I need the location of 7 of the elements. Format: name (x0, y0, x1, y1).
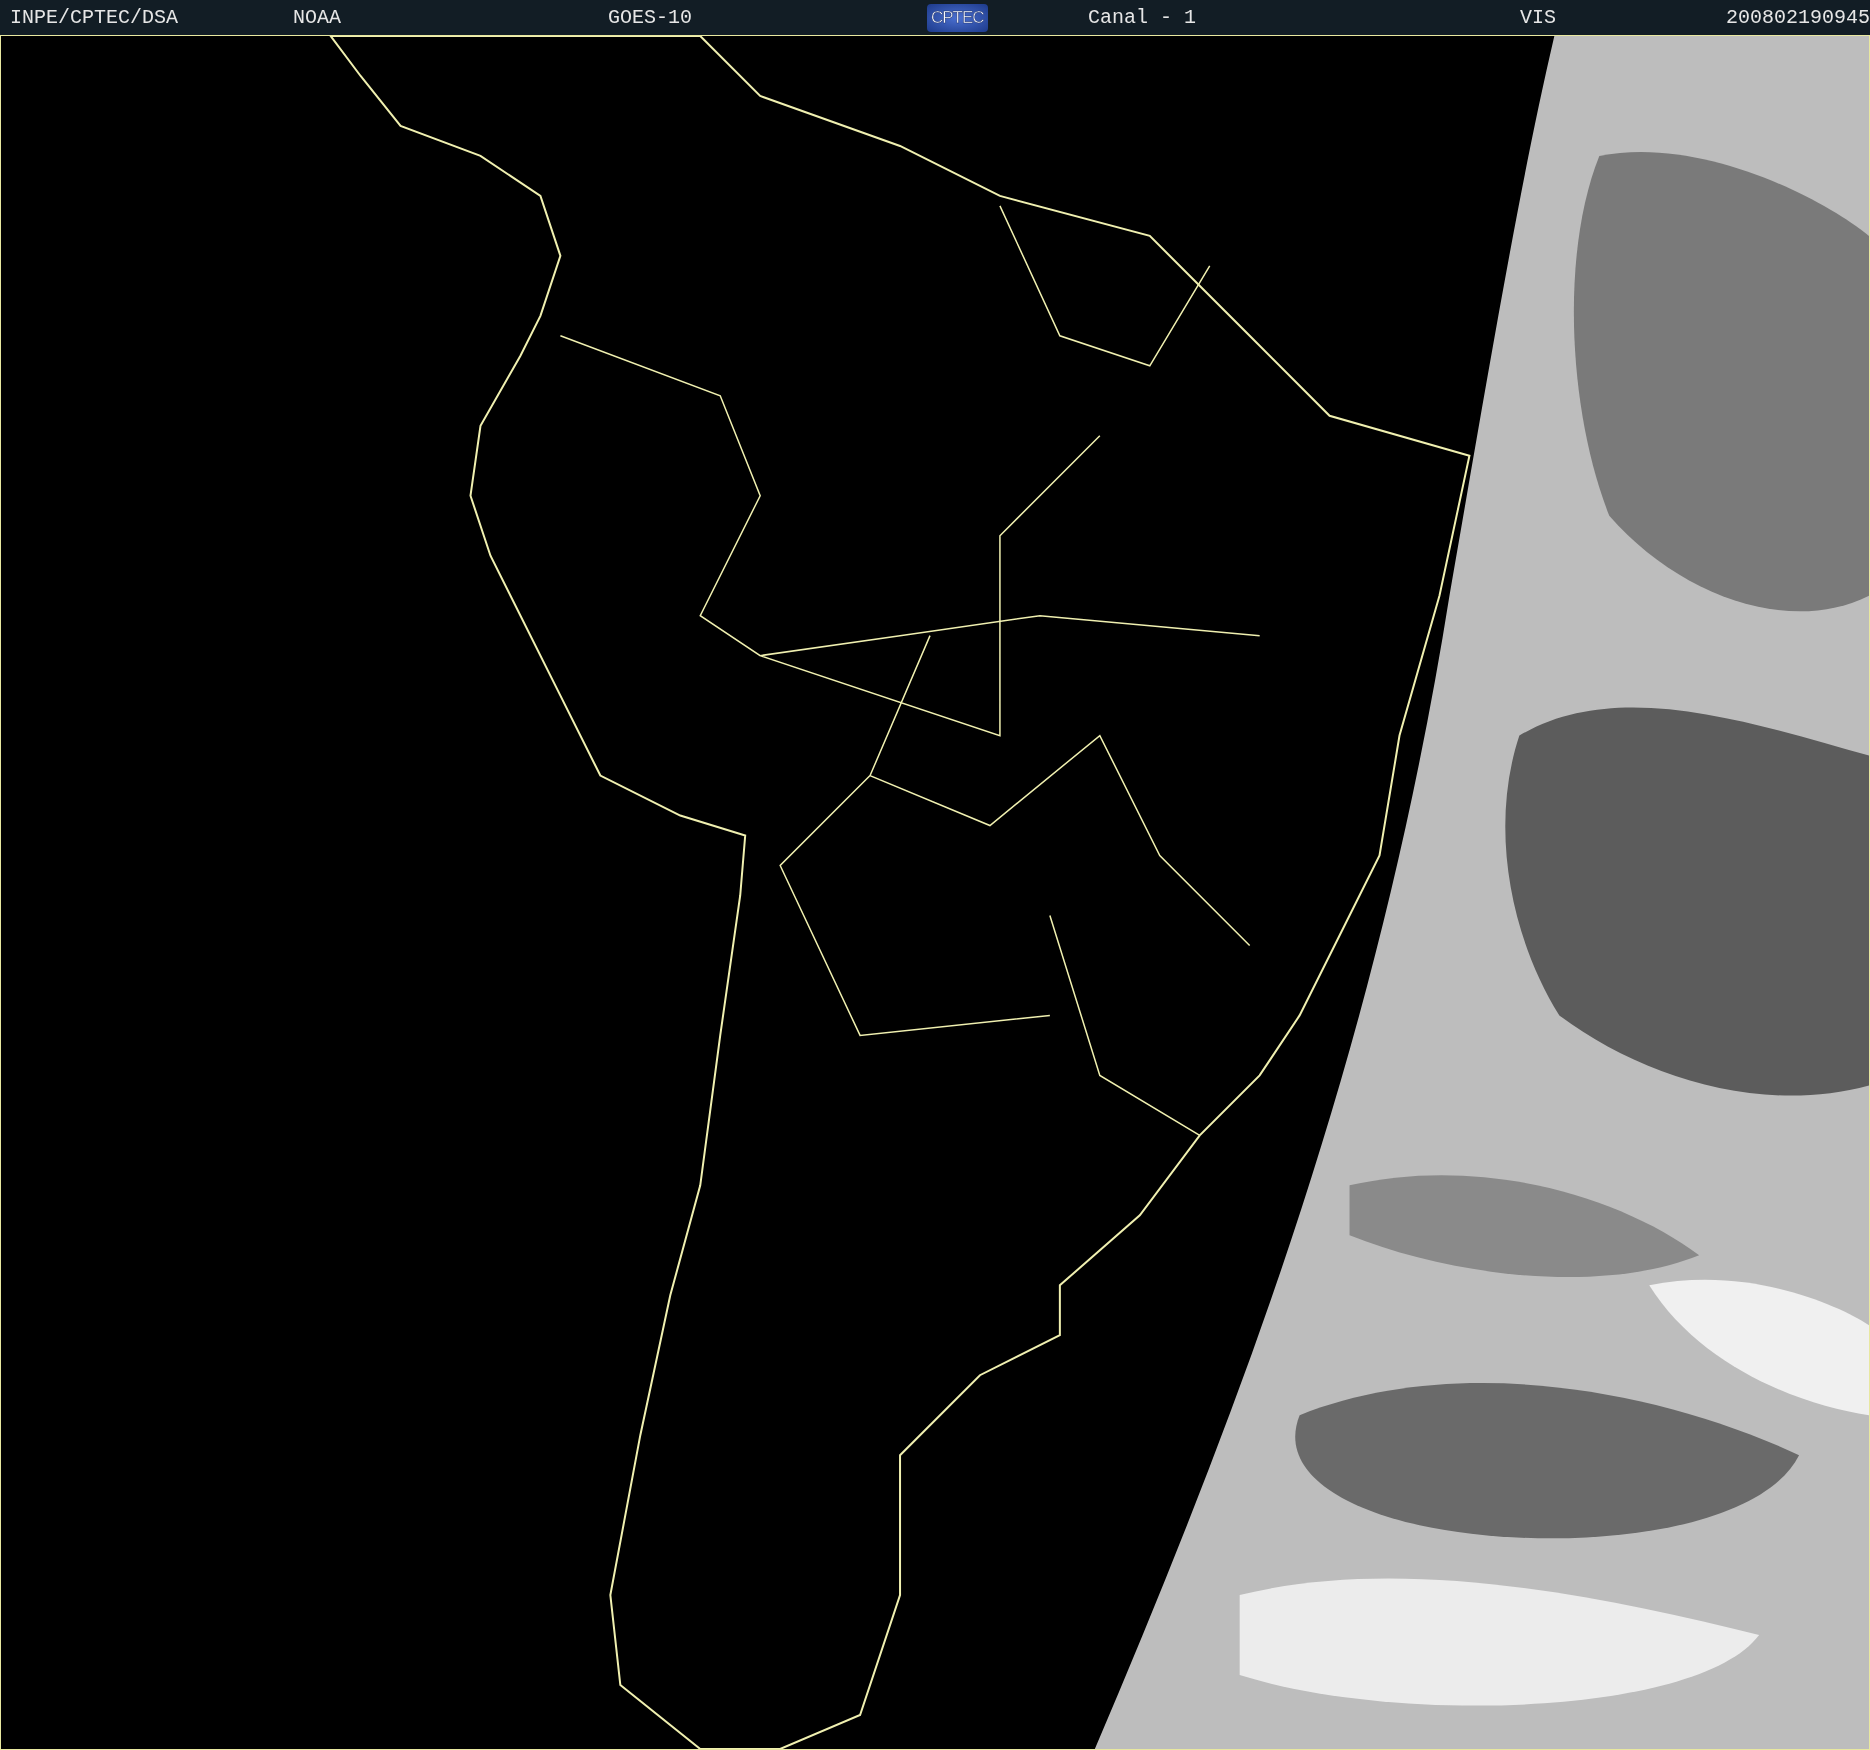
header-label: INPE/CPTEC/DSA (10, 6, 179, 29)
header-label: GOES-10 (608, 6, 692, 29)
header-label: VIS (1520, 6, 1556, 29)
header-label: Canal - 1 (1088, 6, 1197, 29)
logo: CPTEC (927, 3, 988, 32)
header-label: 200802190945 (1725, 6, 1870, 29)
header-label: NOAA (293, 6, 341, 29)
